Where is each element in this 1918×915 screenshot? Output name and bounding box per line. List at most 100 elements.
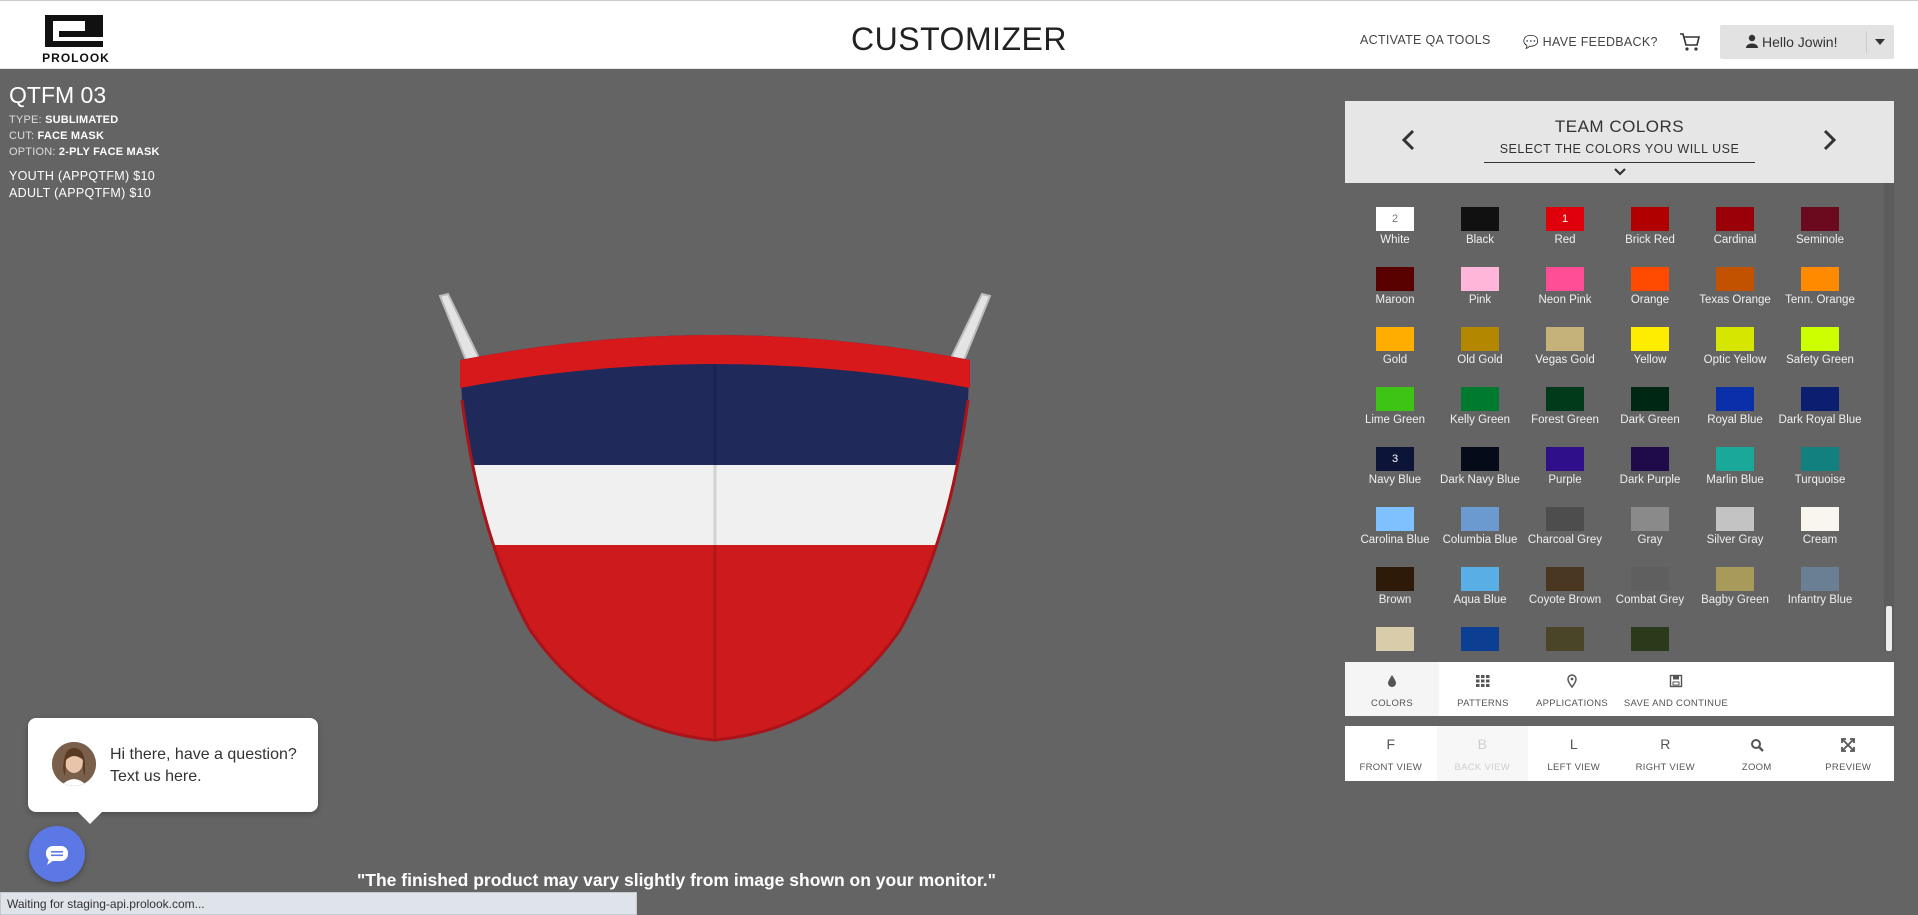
- tab-applications[interactable]: APPLICATIONS: [1527, 662, 1617, 716]
- view-key: L: [1569, 736, 1578, 752]
- view-label: PREVIEW: [1825, 762, 1872, 773]
- top-header: PROLOOK CUSTOMIZER ACTIVATE QA TOOLS 💬 H…: [0, 0, 1918, 69]
- color-chip: 1: [1546, 207, 1584, 231]
- color-swatch[interactable]: [1600, 627, 1700, 651]
- tab-label: PATTERNS: [1457, 698, 1509, 709]
- color-swatch-grid: 2 White Black 1 Red Brick Red Cardinal Seminole…: [1345, 183, 1894, 651]
- preview-button[interactable]: PREVIEW: [1803, 726, 1895, 781]
- color-chip: [1801, 267, 1839, 291]
- price-youth: YOUTH (APPQTFM) $10: [9, 169, 155, 183]
- divider: [1484, 162, 1755, 163]
- agent-photo: [52, 742, 96, 786]
- product-option: OPTION: 2-PLY FACE MASK: [9, 146, 160, 158]
- color-name: Safety Green: [1786, 354, 1854, 366]
- color-chip: [1801, 207, 1839, 231]
- back-view-button: B BACK VIEW: [1436, 726, 1528, 781]
- activate-qa-tools-link[interactable]: ACTIVATE QA TOOLS: [1360, 33, 1491, 47]
- color-chip: [1546, 327, 1584, 351]
- left-view-button[interactable]: L LEFT VIEW: [1528, 726, 1620, 781]
- color-chip: [1631, 507, 1669, 531]
- color-chip: [1376, 267, 1414, 291]
- color-name: Cream: [1802, 534, 1838, 546]
- color-chip: [1716, 507, 1754, 531]
- prolook-logo[interactable]: PROLOOK: [30, 15, 122, 65]
- type-label: TYPE:: [9, 114, 42, 126]
- color-chip: [1716, 567, 1754, 591]
- chevron-right-icon[interactable]: [1819, 128, 1839, 152]
- color-swatch[interactable]: Safety Green: [1770, 327, 1870, 387]
- color-chip: [1376, 327, 1414, 351]
- view-label: RIGHT VIEW: [1635, 762, 1695, 773]
- color-chip: [1631, 267, 1669, 291]
- team-colors-header: TEAM COLORS SELECT THE COLORS YOU WILL U…: [1345, 101, 1894, 183]
- color-chip: [1716, 327, 1754, 351]
- view-key: F: [1386, 736, 1396, 752]
- panel-subtitle: SELECT THE COLORS YOU WILL USE: [1499, 142, 1740, 156]
- customizer-tab-bar: COLORS PATTERNS APPLICATIONS SAVE AND CONTI…: [1345, 662, 1894, 716]
- map-marker-icon: [1527, 674, 1617, 689]
- scrollbar-thumb[interactable]: [1886, 606, 1892, 651]
- feedback-link[interactable]: 💬 HAVE FEEDBACK?: [1523, 35, 1658, 50]
- color-swatch[interactable]: Cream: [1770, 507, 1870, 567]
- view-key: B: [1477, 736, 1487, 752]
- cut-value: FACE MASK: [37, 130, 105, 142]
- color-chip: [1546, 567, 1584, 591]
- tab-label: COLORS: [1371, 698, 1413, 709]
- zoom-button[interactable]: ZOOM: [1711, 726, 1803, 781]
- cart-icon[interactable]: [1679, 32, 1701, 52]
- caret-down-icon: [1875, 39, 1885, 45]
- color-chip: [1461, 267, 1499, 291]
- floppy-icon: [1617, 674, 1735, 688]
- color-chip: [1631, 327, 1669, 351]
- tab-patterns[interactable]: PATTERNS: [1439, 662, 1527, 716]
- color-chip: [1376, 627, 1414, 651]
- logo-mark-icon: [45, 15, 103, 47]
- color-chip: [1631, 207, 1669, 231]
- product-cut: CUT: FACE MASK: [9, 130, 104, 142]
- color-name: Infantry Blue: [1787, 594, 1853, 606]
- swatch-scrollbar[interactable]: [1884, 183, 1894, 651]
- expand-icon: [1803, 738, 1895, 752]
- color-swatch[interactable]: Seminole: [1770, 207, 1870, 267]
- user-icon: [1746, 34, 1758, 48]
- color-swatch[interactable]: Infantry Blue: [1770, 567, 1870, 627]
- color-swatch[interactable]: Turquoise: [1770, 447, 1870, 507]
- color-chip: [1801, 507, 1839, 531]
- view-label: FRONT VIEW: [1359, 762, 1422, 773]
- color-chip: [1376, 567, 1414, 591]
- front-view-button[interactable]: F FRONT VIEW: [1345, 726, 1437, 781]
- color-swatch[interactable]: Tenn. Orange: [1770, 267, 1870, 327]
- chevron-down-icon[interactable]: [1613, 167, 1627, 177]
- color-name: Dark Royal Blue: [1778, 414, 1862, 426]
- chat-launcher-button[interactable]: [29, 826, 85, 882]
- color-chip: [1631, 447, 1669, 471]
- grid-icon: [1439, 674, 1527, 688]
- face-mask-preview[interactable]: [430, 290, 1000, 750]
- drop-icon: [1345, 674, 1439, 688]
- chat-prompt-bubble[interactable]: Hi there, have a question? Text us here.: [28, 718, 318, 824]
- color-chip: [1461, 327, 1499, 351]
- tab-colors[interactable]: COLORS: [1345, 662, 1439, 716]
- color-chip: [1716, 267, 1754, 291]
- chat-icon: [46, 846, 68, 865]
- color-chip: [1376, 507, 1414, 531]
- tab-label: SAVE AND CONTINUE: [1623, 698, 1729, 709]
- right-view-button[interactable]: R RIGHT VIEW: [1620, 726, 1712, 781]
- tab-save-and-continue[interactable]: SAVE AND CONTINUE: [1617, 662, 1735, 716]
- color-chip: [1716, 387, 1754, 411]
- color-chip: [1461, 207, 1499, 231]
- color-chip: [1546, 627, 1584, 651]
- panel-title: TEAM COLORS: [1554, 117, 1685, 136]
- cut-label: CUT:: [9, 130, 35, 142]
- price-adult: ADULT (APPQTFM) $10: [9, 186, 152, 200]
- product-type: TYPE: SUBLIMATED: [9, 114, 118, 126]
- user-menu-button[interactable]: Hello Jowin!: [1720, 25, 1894, 59]
- user-greeting: Hello Jowin!: [1762, 34, 1838, 50]
- color-swatch[interactable]: Dark Royal Blue: [1770, 387, 1870, 447]
- disclaimer-text: "The finished product may vary slightly …: [357, 870, 996, 890]
- browser-status-bar: Waiting for staging-api.prolook.com...: [0, 892, 637, 915]
- color-chip: [1801, 567, 1839, 591]
- color-chip: [1546, 507, 1584, 531]
- comment-icon: 💬: [1523, 35, 1539, 49]
- color-chip: [1631, 567, 1669, 591]
